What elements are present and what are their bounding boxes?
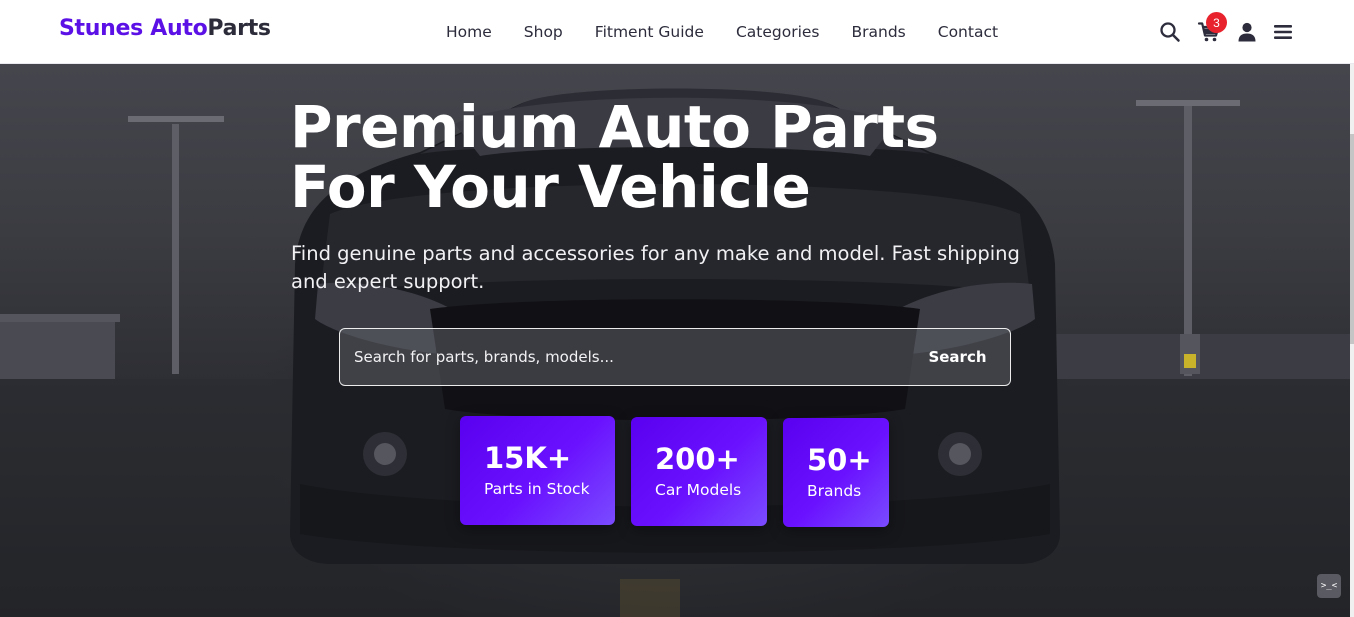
hamburger-menu-icon[interactable] — [1271, 20, 1295, 44]
site-header: Stunes AutoParts Home Shop Fitment Guide… — [0, 0, 1354, 64]
stat-label: Parts in Stock — [484, 480, 590, 498]
stat-label: Brands — [807, 482, 862, 500]
scrollbar-thumb[interactable] — [1350, 134, 1354, 344]
page-scrollbar[interactable] — [1350, 64, 1354, 617]
stat-card-models: 200+ Car Models — [631, 417, 767, 526]
stat-label: Car Models — [655, 481, 742, 499]
brand-name-primary: Stunes Auto — [59, 16, 208, 41]
nav-link-brands[interactable]: Brands — [836, 23, 922, 41]
main-nav: Home Shop Fitment Guide Categories Brand… — [430, 0, 1014, 64]
hero-subtitle: Find genuine parts and accessories for a… — [291, 242, 1020, 293]
stat-value: 15K+ — [484, 441, 572, 475]
nav-link-contact[interactable]: Contact — [922, 23, 1014, 41]
stat-value: 50+ — [807, 443, 872, 477]
nav-link-shop[interactable]: Shop — [508, 23, 579, 41]
search-input[interactable] — [354, 340, 894, 374]
hero-search-bar: Search — [339, 328, 1011, 386]
search-icon[interactable] — [1158, 20, 1182, 44]
user-icon[interactable] — [1235, 20, 1259, 44]
hero-title-line-1: Premium Auto Parts — [290, 93, 939, 161]
hero-title: Premium Auto Parts For Your Vehicle — [290, 97, 1050, 217]
stat-card-parts: 15K+ Parts in Stock — [460, 416, 615, 525]
brand-name-secondary: Parts — [207, 16, 271, 41]
nav-link-categories[interactable]: Categories — [720, 23, 836, 41]
nav-link-home[interactable]: Home — [430, 23, 508, 41]
dev-tools-badge[interactable]: >_< — [1317, 574, 1341, 598]
brand-logo[interactable]: Stunes AutoParts — [59, 16, 271, 41]
hero-title-line-2: For Your Vehicle — [290, 153, 811, 221]
nav-link-fitment-guide[interactable]: Fitment Guide — [579, 23, 720, 41]
cart-count-badge: 3 — [1206, 12, 1227, 33]
stat-value: 200+ — [655, 442, 740, 476]
hero-section: Premium Auto Parts For Your Vehicle Find… — [0, 64, 1350, 617]
stat-card-brands: 50+ Brands — [783, 418, 889, 527]
search-button[interactable]: Search — [910, 337, 1005, 377]
